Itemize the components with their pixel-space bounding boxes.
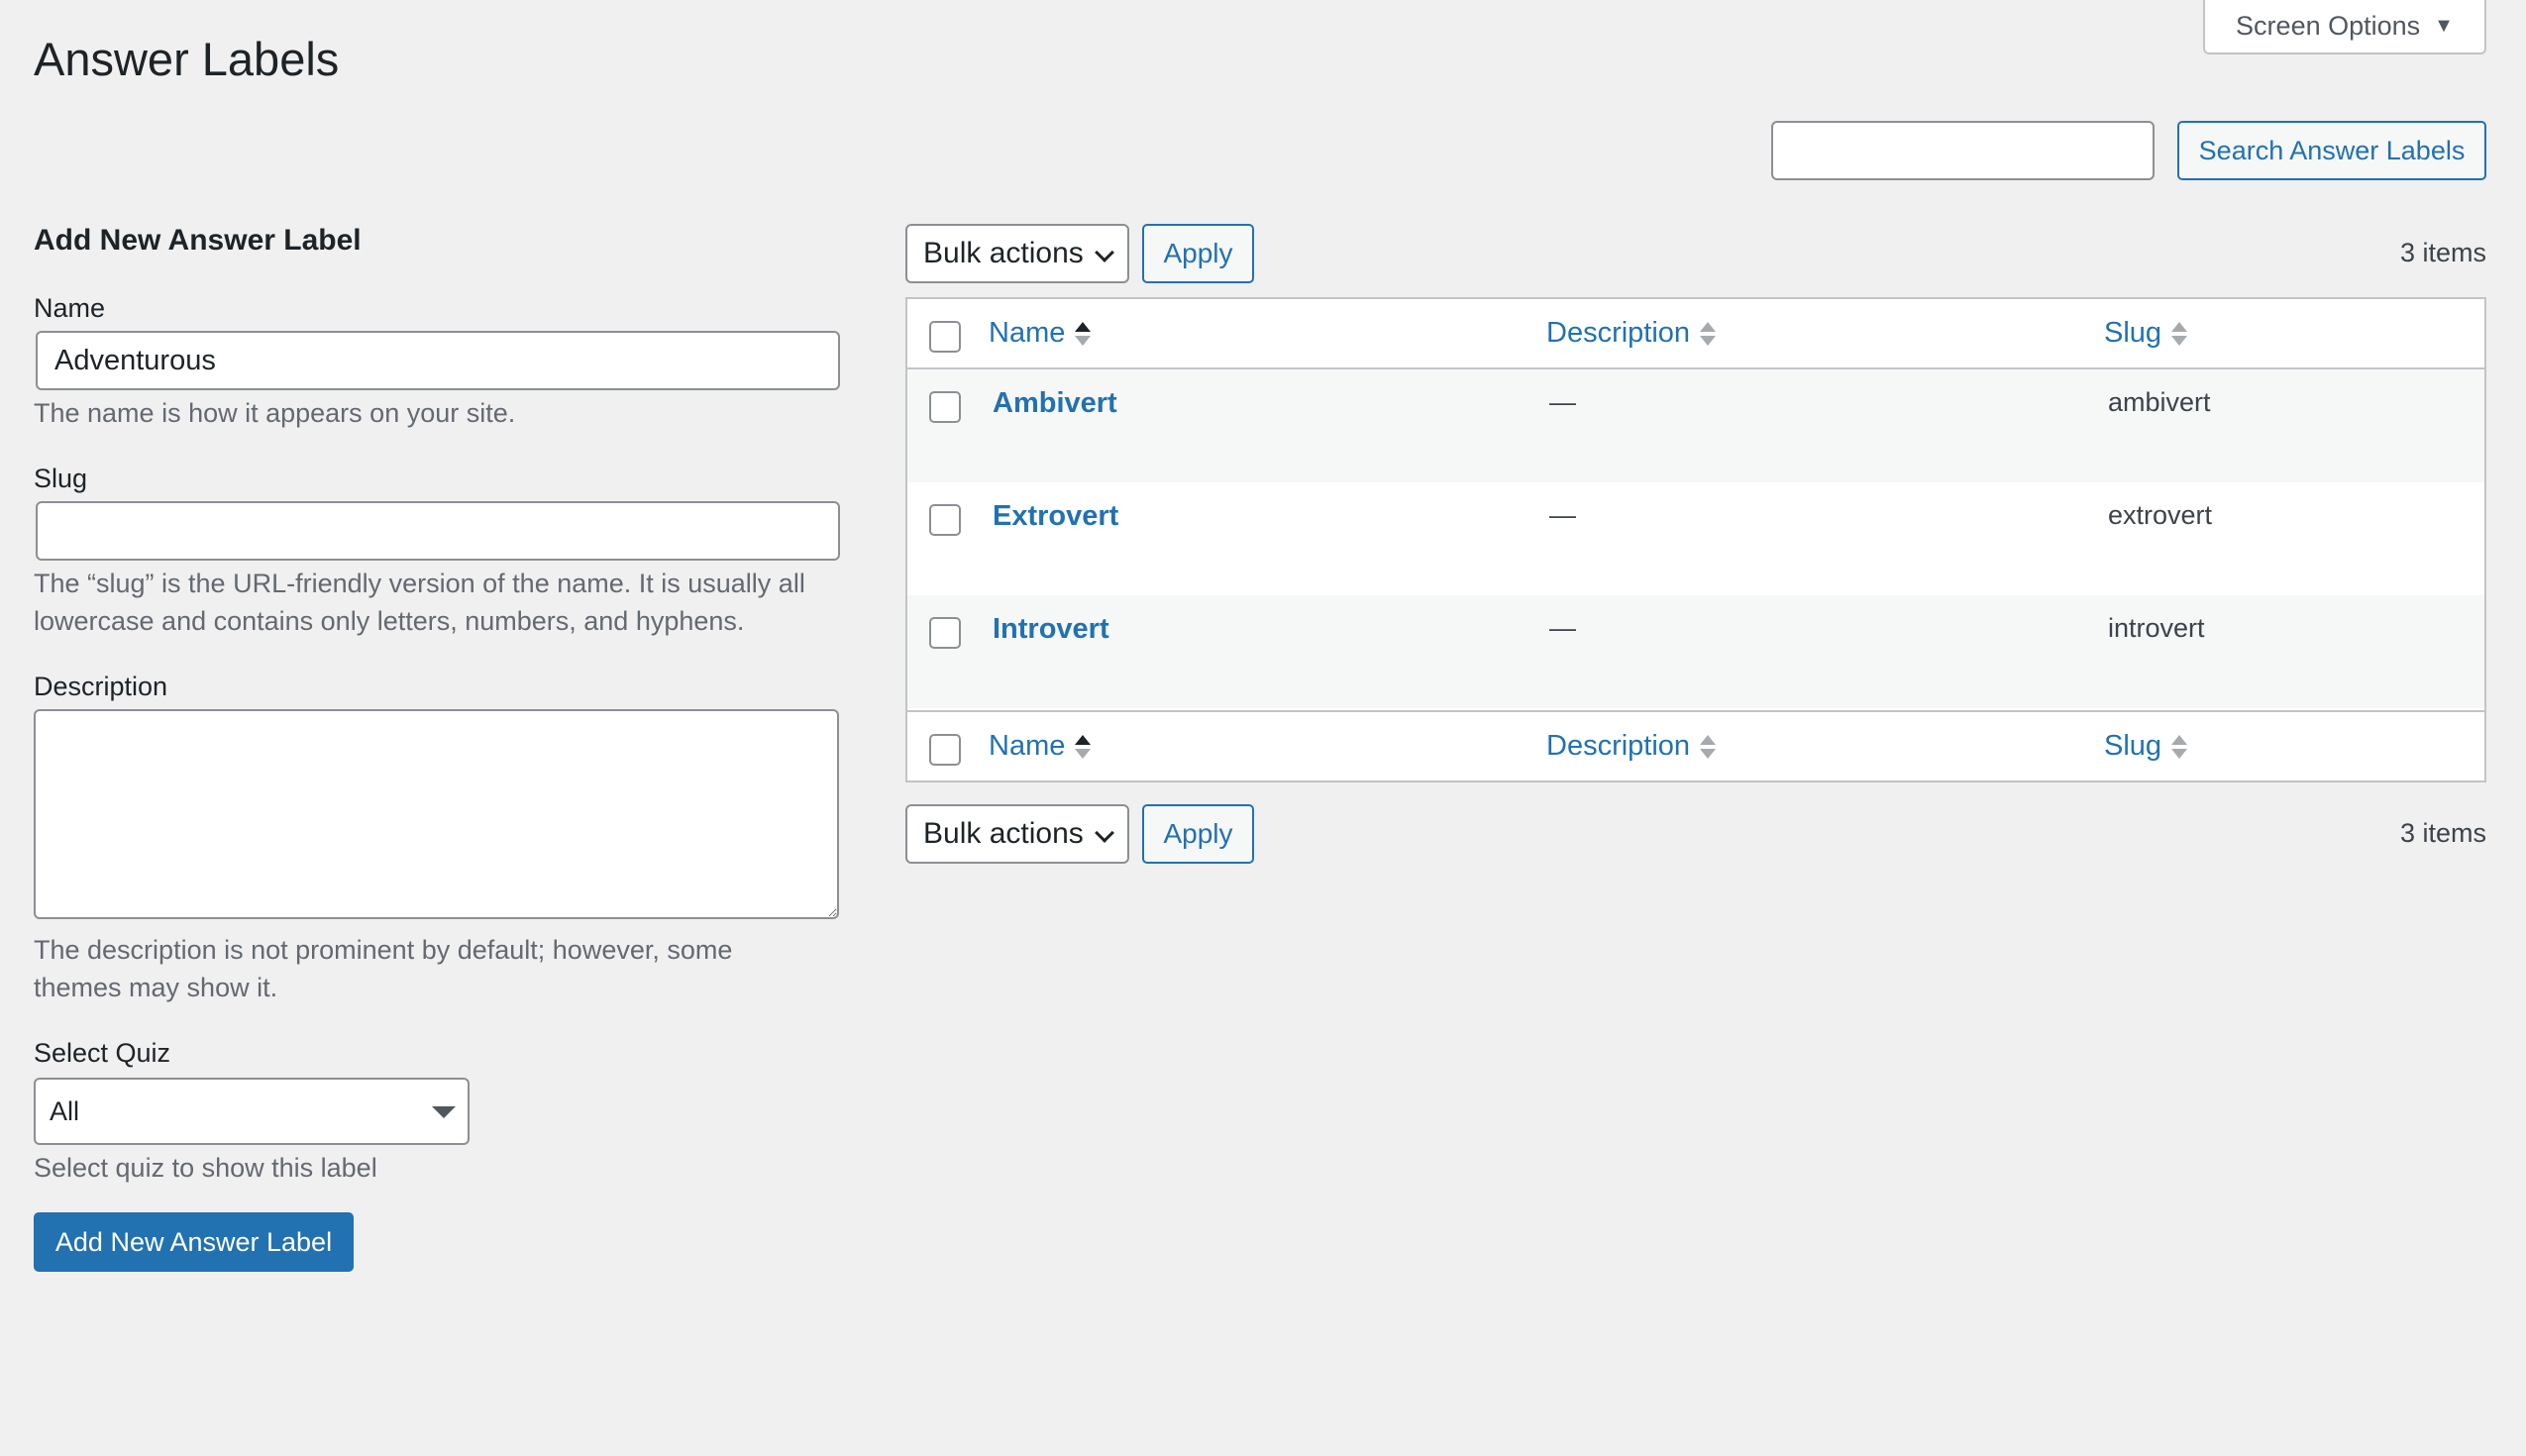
column-name-label: Name	[989, 317, 1066, 349]
sort-icon	[1075, 321, 1092, 346]
name-label: Name	[34, 293, 106, 323]
select-all-checkbox[interactable]	[929, 321, 961, 353]
row-name-link[interactable]: Introvert	[993, 613, 1109, 646]
select-all-checkbox-footer[interactable]	[929, 734, 961, 766]
slug-field[interactable]	[36, 501, 840, 561]
column-name-header[interactable]: Name	[989, 317, 1092, 350]
sort-icon	[1700, 734, 1717, 759]
quiz-select-value: All	[50, 1095, 80, 1126]
row-checkbox[interactable]	[929, 617, 961, 649]
row-description: —	[1549, 613, 1576, 643]
column-description-label: Description	[1546, 317, 1691, 349]
screen-options-button[interactable]: Screen Options ▼	[2203, 0, 2486, 54]
search-input[interactable]	[1771, 121, 2155, 180]
sort-icon	[2171, 321, 2188, 346]
bulk-actions-select-top[interactable]: Bulk actions	[905, 224, 1129, 283]
caret-down-icon: ▼	[2434, 15, 2454, 37]
slug-label: Slug	[34, 464, 88, 493]
form-heading: Add New Answer Label	[34, 224, 362, 257]
items-count-bottom: 3 items	[2399, 818, 2486, 848]
description-help-line-1: The description is not prominent by defa…	[34, 935, 733, 965]
row-description: —	[1549, 387, 1576, 417]
table-row: Extrovert — extrovert	[907, 482, 2484, 595]
row-slug: ambivert	[2108, 387, 2211, 417]
sort-icon	[2171, 734, 2188, 759]
screen-options-label: Screen Options	[2236, 11, 2421, 41]
description-help-line-2: themes may show it.	[34, 973, 278, 1002]
name-help: The name is how it appears on your site.	[34, 398, 516, 428]
description-field[interactable]	[34, 709, 839, 919]
row-slug: introvert	[2108, 613, 2205, 643]
bulk-actions-label: Bulk actions	[923, 817, 1084, 850]
row-description: —	[1549, 500, 1576, 530]
items-count-top: 3 items	[2399, 238, 2486, 267]
column-slug-footer[interactable]: Slug	[2104, 730, 2188, 763]
column-description-label: Description	[1546, 730, 1691, 762]
column-slug-label: Slug	[2104, 730, 2162, 762]
chevron-down-icon	[1095, 823, 1114, 843]
add-new-answer-label-button[interactable]: Add New Answer Label	[34, 1212, 354, 1272]
apply-button-bottom[interactable]: Apply	[1142, 804, 1254, 864]
description-label: Description	[34, 672, 168, 701]
table-row: Ambivert — ambivert	[907, 369, 2484, 482]
row-name-link[interactable]: Extrovert	[993, 500, 1118, 533]
sort-icon	[1075, 734, 1092, 759]
table-header: Name Description Slug	[907, 299, 2484, 369]
column-description-footer[interactable]: Description	[1546, 730, 1717, 763]
table-row: Introvert — introvert	[907, 595, 2484, 708]
slug-help-line-2: lowercase and contains only letters, num…	[34, 606, 745, 636]
chevron-down-icon	[1095, 243, 1114, 262]
quiz-label: Select Quiz	[34, 1038, 171, 1068]
slug-help-line-1: The “slug” is the URL-friendly version o…	[34, 569, 805, 598]
page-title: Answer Labels	[34, 33, 340, 85]
row-slug: extrovert	[2108, 500, 2213, 530]
bulk-actions-select-bottom[interactable]: Bulk actions	[905, 804, 1129, 864]
sort-icon	[1700, 321, 1717, 346]
column-slug-label: Slug	[2104, 317, 2162, 349]
apply-button-top[interactable]: Apply	[1142, 224, 1254, 283]
row-name-link[interactable]: Ambivert	[993, 387, 1117, 420]
dropdown-arrow-icon	[432, 1106, 456, 1118]
column-name-label: Name	[989, 730, 1066, 762]
row-checkbox[interactable]	[929, 504, 961, 536]
search-button[interactable]: Search Answer Labels	[2177, 121, 2486, 180]
column-name-footer[interactable]: Name	[989, 730, 1092, 763]
quiz-help: Select quiz to show this label	[34, 1153, 377, 1183]
table-footer: Name Description Slug	[907, 710, 2484, 780]
column-description-header[interactable]: Description	[1546, 317, 1717, 350]
row-checkbox[interactable]	[929, 391, 961, 423]
answer-labels-table: Name Description Slug Ambivert — ambiver…	[905, 297, 2486, 782]
quiz-select[interactable]: All	[34, 1078, 470, 1145]
name-field[interactable]	[36, 331, 840, 390]
column-slug-header[interactable]: Slug	[2104, 317, 2188, 350]
bulk-actions-label: Bulk actions	[923, 237, 1084, 269]
